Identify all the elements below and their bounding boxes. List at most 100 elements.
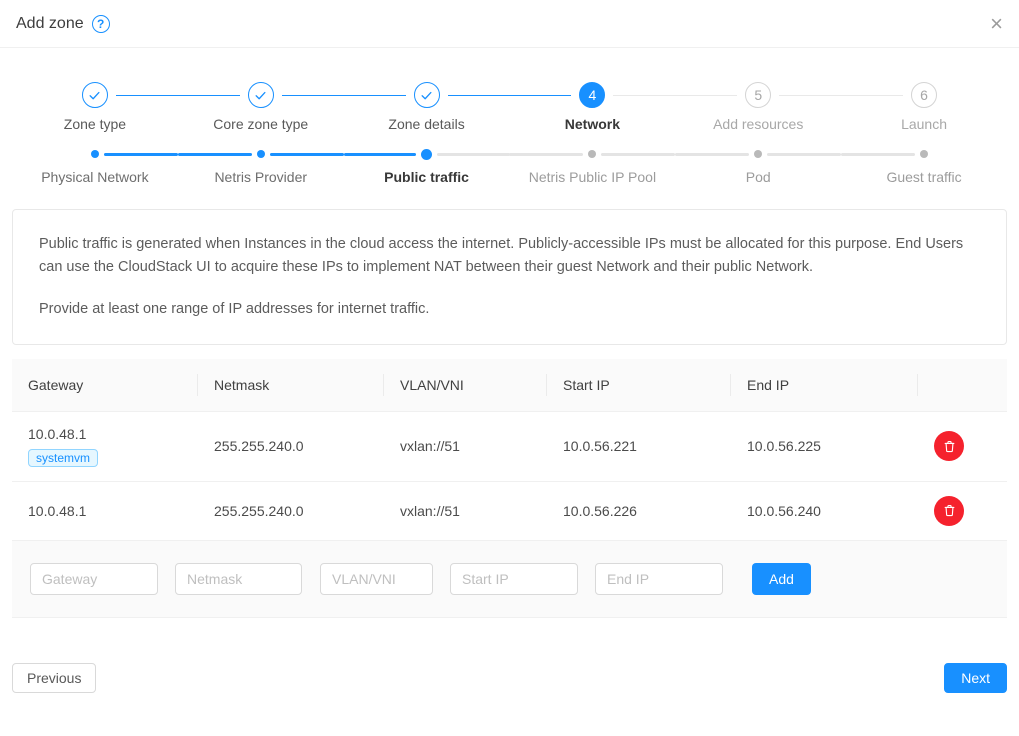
description-paragraph: Public traffic is generated when Instanc…	[39, 233, 980, 280]
step-connector	[841, 95, 903, 96]
step-connector	[945, 95, 1007, 96]
substep-pod: Pod	[675, 148, 841, 185]
step-launch: 6 Launch	[841, 82, 1007, 132]
step-connector	[509, 95, 571, 96]
check-circle-icon	[82, 82, 108, 108]
substep-connector	[509, 153, 583, 156]
startip-value: 10.0.56.226	[547, 481, 731, 540]
substep-dot-icon	[257, 150, 265, 158]
substep-dot-icon	[421, 149, 432, 160]
previous-button[interactable]: Previous	[12, 663, 96, 693]
column-header-vlan: VLAN/VNI	[384, 359, 547, 411]
endip-value: 10.0.56.240	[731, 481, 918, 540]
vlan-input[interactable]	[320, 563, 433, 595]
substep-dot-icon	[754, 150, 762, 158]
gateway-value: 10.0.48.1	[12, 481, 198, 540]
network-substepper: Physical Network Netris Provider Public …	[12, 148, 1007, 185]
substep-label: Public traffic	[384, 169, 469, 185]
substep-netris-provider: Netris Provider	[178, 148, 344, 185]
step-number-badge: 6	[911, 82, 937, 108]
gateway-input[interactable]	[30, 563, 158, 595]
check-circle-icon	[414, 82, 440, 108]
public-traffic-description-card: Public traffic is generated when Instanc…	[12, 209, 1007, 345]
trash-icon	[942, 503, 957, 518]
substep-guest-traffic: Guest traffic	[841, 148, 1007, 185]
substep-connector	[270, 153, 344, 156]
modal-content: Zone type Core zone type Zone details	[0, 82, 1019, 693]
startip-input[interactable]	[450, 563, 578, 595]
step-number-badge: 4	[579, 82, 605, 108]
table-row: 10.0.48.1 255.255.240.0 vxlan://51 10.0.…	[12, 481, 1007, 540]
vlan-value: vxlan://51	[384, 411, 547, 481]
ip-range-table-wrap: Gateway Netmask VLAN/VNI Start IP End IP…	[12, 359, 1007, 618]
substep-label: Physical Network	[41, 169, 148, 185]
systemvm-tag: systemvm	[28, 449, 98, 467]
delete-range-button[interactable]	[934, 431, 964, 461]
column-header-startip: Start IP	[547, 359, 731, 411]
close-icon[interactable]: ×	[990, 13, 1003, 35]
substep-label: Netris Public IP Pool	[529, 169, 656, 185]
step-zone-details: Zone details	[344, 82, 510, 132]
substep-connector	[104, 153, 178, 156]
substep-connector	[933, 153, 1007, 156]
endip-input[interactable]	[595, 563, 723, 595]
delete-range-button[interactable]	[934, 496, 964, 526]
substep-dot-icon	[91, 150, 99, 158]
column-header-actions	[918, 359, 1007, 411]
substep-connector	[767, 153, 841, 156]
ip-range-table: Gateway Netmask VLAN/VNI Start IP End IP…	[12, 359, 1007, 541]
column-header-gateway: Gateway	[12, 359, 198, 411]
step-connector	[178, 95, 240, 96]
description-paragraph: Provide at least one range of IP address…	[39, 298, 980, 321]
substep-connector	[437, 153, 509, 156]
substep-connector	[601, 153, 675, 156]
help-icon[interactable]: ?	[92, 15, 110, 33]
trash-icon	[942, 439, 957, 454]
substep-public-traffic: Public traffic	[344, 148, 510, 185]
step-label: Add resources	[713, 116, 803, 132]
add-range-button[interactable]: Add	[752, 563, 811, 595]
step-connector	[675, 95, 737, 96]
step-connector	[448, 95, 510, 96]
wizard-stepper: Zone type Core zone type Zone details	[12, 82, 1007, 132]
substep-label: Guest traffic	[886, 169, 961, 185]
step-connector	[282, 95, 344, 96]
substep-dot-icon	[588, 150, 596, 158]
step-connector	[613, 95, 675, 96]
step-add-resources: 5 Add resources	[675, 82, 841, 132]
step-core-zone-type: Core zone type	[178, 82, 344, 132]
netmask-value: 255.255.240.0	[198, 411, 384, 481]
endip-value: 10.0.56.225	[731, 411, 918, 481]
wizard-footer: Previous Next	[12, 663, 1007, 693]
step-connector	[779, 95, 841, 96]
table-row: 10.0.48.1 systemvm 255.255.240.0 vxlan:/…	[12, 411, 1007, 481]
step-number-badge: 5	[745, 82, 771, 108]
substep-connector	[841, 153, 915, 156]
step-connector	[344, 95, 406, 96]
substep-connector	[675, 153, 749, 156]
substep-connector	[178, 153, 252, 156]
step-label: Zone type	[64, 116, 126, 132]
next-button[interactable]: Next	[944, 663, 1007, 693]
step-connector	[116, 95, 178, 96]
step-zone-type: Zone type	[12, 82, 178, 132]
netmask-value: 255.255.240.0	[198, 481, 384, 540]
modal-header: Add zone ? ×	[0, 0, 1019, 48]
step-label: Network	[565, 116, 620, 132]
substep-connector	[344, 153, 416, 156]
substep-label: Pod	[746, 169, 771, 185]
add-range-form: Add	[12, 541, 1007, 618]
step-label: Core zone type	[213, 116, 308, 132]
gateway-value: 10.0.48.1	[28, 426, 182, 442]
column-header-endip: End IP	[731, 359, 918, 411]
step-label: Zone details	[388, 116, 464, 132]
vlan-value: vxlan://51	[384, 481, 547, 540]
check-circle-icon	[248, 82, 274, 108]
substep-connector	[12, 153, 86, 156]
netmask-input[interactable]	[175, 563, 302, 595]
modal-title: Add zone	[16, 15, 84, 33]
substep-physical-network: Physical Network	[12, 148, 178, 185]
step-network: 4 Network	[509, 82, 675, 132]
table-header-row: Gateway Netmask VLAN/VNI Start IP End IP	[12, 359, 1007, 411]
column-header-netmask: Netmask	[198, 359, 384, 411]
